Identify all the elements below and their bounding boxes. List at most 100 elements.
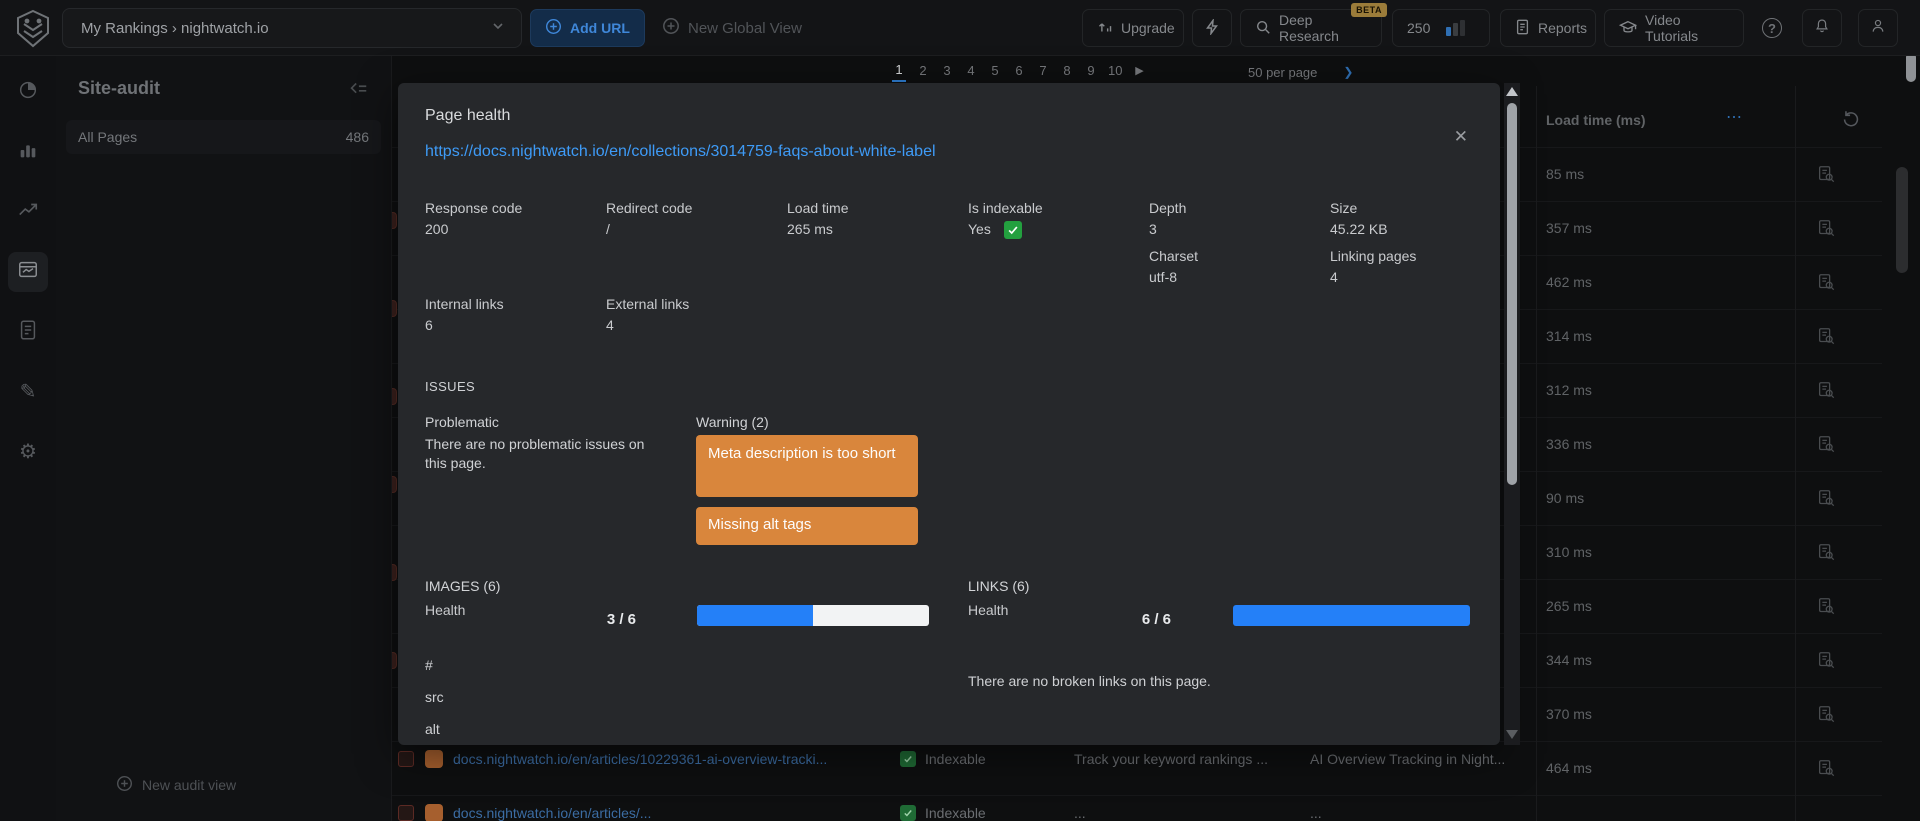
- stat-value: 3: [1149, 221, 1157, 237]
- page-button-6[interactable]: 6: [1012, 63, 1026, 81]
- inspect-page-icon[interactable]: [1806, 363, 1846, 417]
- rail-item-rankings[interactable]: [8, 132, 48, 172]
- video-tutorials-button[interactable]: Video Tutorials: [1604, 9, 1744, 47]
- page-scrollbar-thumb[interactable]: [1906, 52, 1916, 82]
- nightwatch-logo-icon[interactable]: [12, 7, 54, 49]
- stat-label: Depth: [1149, 200, 1187, 216]
- stat-is-indexable: Is indexable Yes: [968, 198, 1143, 240]
- inspect-page-icon[interactable]: [1806, 579, 1846, 633]
- links-health-label: Health: [968, 602, 1009, 618]
- lightning-icon: [1204, 17, 1220, 38]
- project-selector[interactable]: My Rankings › nightwatch.io: [62, 8, 522, 48]
- column-menu-icon[interactable]: ⋯: [1726, 93, 1744, 147]
- inspect-page-icon[interactable]: [1806, 309, 1846, 363]
- stat-value: utf-8: [1149, 269, 1178, 285]
- stat-value: 4: [1330, 269, 1338, 285]
- page-button-4[interactable]: 4: [964, 63, 978, 81]
- sidebar-collapse-icon[interactable]: [347, 78, 369, 105]
- rail-item-trends[interactable]: [8, 192, 48, 232]
- credits-counter[interactable]: 250: [1392, 9, 1490, 47]
- inspect-page-icon[interactable]: [1806, 471, 1846, 525]
- page-button-5[interactable]: 5: [988, 63, 1002, 81]
- stat-value: 265 ms: [787, 221, 833, 237]
- load-time-cell: 310 ms: [1546, 544, 1592, 560]
- stat-size: Size 45.22 KB: [1330, 198, 1500, 240]
- sidebar-item-all-pages[interactable]: All Pages 486: [66, 120, 381, 154]
- images-table-col-alt: alt: [425, 721, 440, 737]
- warning-badge: Meta description is too short: [696, 435, 918, 497]
- problematic-label: Problematic: [425, 414, 499, 430]
- load-time-cell: 344 ms: [1546, 652, 1592, 668]
- plus-circle-icon: [545, 18, 562, 38]
- stat-response-code: Response code 200: [425, 198, 600, 240]
- page-button-7[interactable]: 7: [1036, 63, 1050, 81]
- page-url-link[interactable]: docs.nightwatch.io/en/articles/...: [453, 805, 873, 821]
- per-page-selector[interactable]: 50 per page ❯: [1248, 58, 1353, 86]
- table-scrollbar-thumb[interactable]: [1896, 167, 1908, 273]
- row-checkbox[interactable]: [398, 805, 414, 821]
- load-time-column: 85 ms 357 ms 462 ms 314 ms 312 ms 336 ms…: [1546, 147, 1746, 795]
- next-page-icon[interactable]: ▶: [1132, 64, 1146, 80]
- new-global-view-button[interactable]: New Global View: [648, 9, 816, 47]
- reset-icon[interactable]: [1840, 108, 1862, 135]
- page-button-8[interactable]: 8: [1060, 63, 1074, 81]
- scroll-up-icon[interactable]: [1506, 87, 1518, 96]
- video-tutorials-label: Video Tutorials: [1645, 12, 1699, 44]
- document-icon: [18, 319, 38, 346]
- modal-scrollbar-thumb[interactable]: [1507, 103, 1517, 485]
- inspect-page-icon[interactable]: [1806, 147, 1846, 201]
- gear-icon: ⚙: [19, 441, 37, 463]
- pie-chart-icon: [17, 79, 39, 106]
- page-url-link[interactable]: docs.nightwatch.io/en/articles/10229361-…: [453, 751, 873, 767]
- page-button-2[interactable]: 2: [916, 63, 930, 81]
- user-menu-button[interactable]: [1858, 9, 1898, 47]
- modal-scrollbar[interactable]: [1504, 83, 1520, 745]
- page-url-link[interactable]: https://docs.nightwatch.io/en/collection…: [425, 143, 936, 161]
- meta-description-cell: Track your keyword rankings ...: [1074, 751, 1268, 767]
- load-time-cell: 314 ms: [1546, 328, 1592, 344]
- rail-item-settings[interactable]: ⚙: [8, 432, 48, 472]
- close-icon[interactable]: ✕: [1454, 127, 1468, 147]
- report-document-icon: [1515, 19, 1530, 38]
- stat-label: Load time: [787, 200, 849, 216]
- table-row[interactable]: docs.nightwatch.io/en/articles/... Index…: [392, 786, 1904, 821]
- warning-count-badge: [425, 750, 443, 768]
- help-button[interactable]: ?: [1752, 9, 1792, 47]
- rail-item-site-audit[interactable]: [8, 252, 48, 292]
- page-details-column: [1806, 147, 1846, 795]
- inspect-page-icon[interactable]: [1806, 255, 1846, 309]
- beta-badge: BETA: [1351, 3, 1387, 17]
- page-button-10[interactable]: 10: [1108, 63, 1122, 81]
- page-button-1[interactable]: 1: [892, 62, 906, 82]
- upgrade-button[interactable]: Upgrade: [1082, 9, 1184, 47]
- rail-item-dashboard[interactable]: [8, 72, 48, 112]
- links-health-bar: [1233, 605, 1470, 626]
- stat-value: 4: [606, 317, 614, 333]
- new-audit-view-button[interactable]: New audit view: [116, 775, 236, 795]
- notifications-button[interactable]: [1802, 9, 1842, 47]
- inspect-page-icon[interactable]: [1806, 525, 1846, 579]
- indexable-check-icon: [900, 805, 916, 821]
- load-time-cell: 357 ms: [1546, 220, 1592, 236]
- add-url-label: Add URL: [570, 20, 630, 36]
- load-time-cell: 462 ms: [1546, 274, 1592, 290]
- page-button-9[interactable]: 9: [1084, 63, 1098, 81]
- rail-item-notes[interactable]: ✎: [8, 372, 48, 412]
- page-button-3[interactable]: 3: [940, 63, 954, 81]
- inspect-page-icon[interactable]: [1806, 201, 1846, 255]
- add-url-button[interactable]: Add URL: [530, 9, 645, 47]
- stat-depth: Depth 3: [1149, 198, 1324, 240]
- scroll-down-icon[interactable]: [1506, 730, 1518, 739]
- issues-heading: ISSUES: [425, 379, 476, 394]
- reports-button[interactable]: Reports: [1500, 9, 1596, 47]
- load-time-column-header[interactable]: Load time (ms): [1546, 93, 1796, 147]
- quick-actions-button[interactable]: [1192, 9, 1232, 47]
- stat-label: Size: [1330, 200, 1358, 216]
- inspect-page-icon[interactable]: [1806, 417, 1846, 471]
- deep-research-button[interactable]: Deep Research BETA: [1240, 3, 1387, 47]
- warning-label: Warning (2): [696, 414, 769, 430]
- stat-linking-pages: Linking pages 4: [1330, 246, 1500, 288]
- rail-item-pages[interactable]: [8, 312, 48, 352]
- inspect-page-icon[interactable]: [1806, 633, 1846, 687]
- row-checkbox[interactable]: [398, 751, 414, 767]
